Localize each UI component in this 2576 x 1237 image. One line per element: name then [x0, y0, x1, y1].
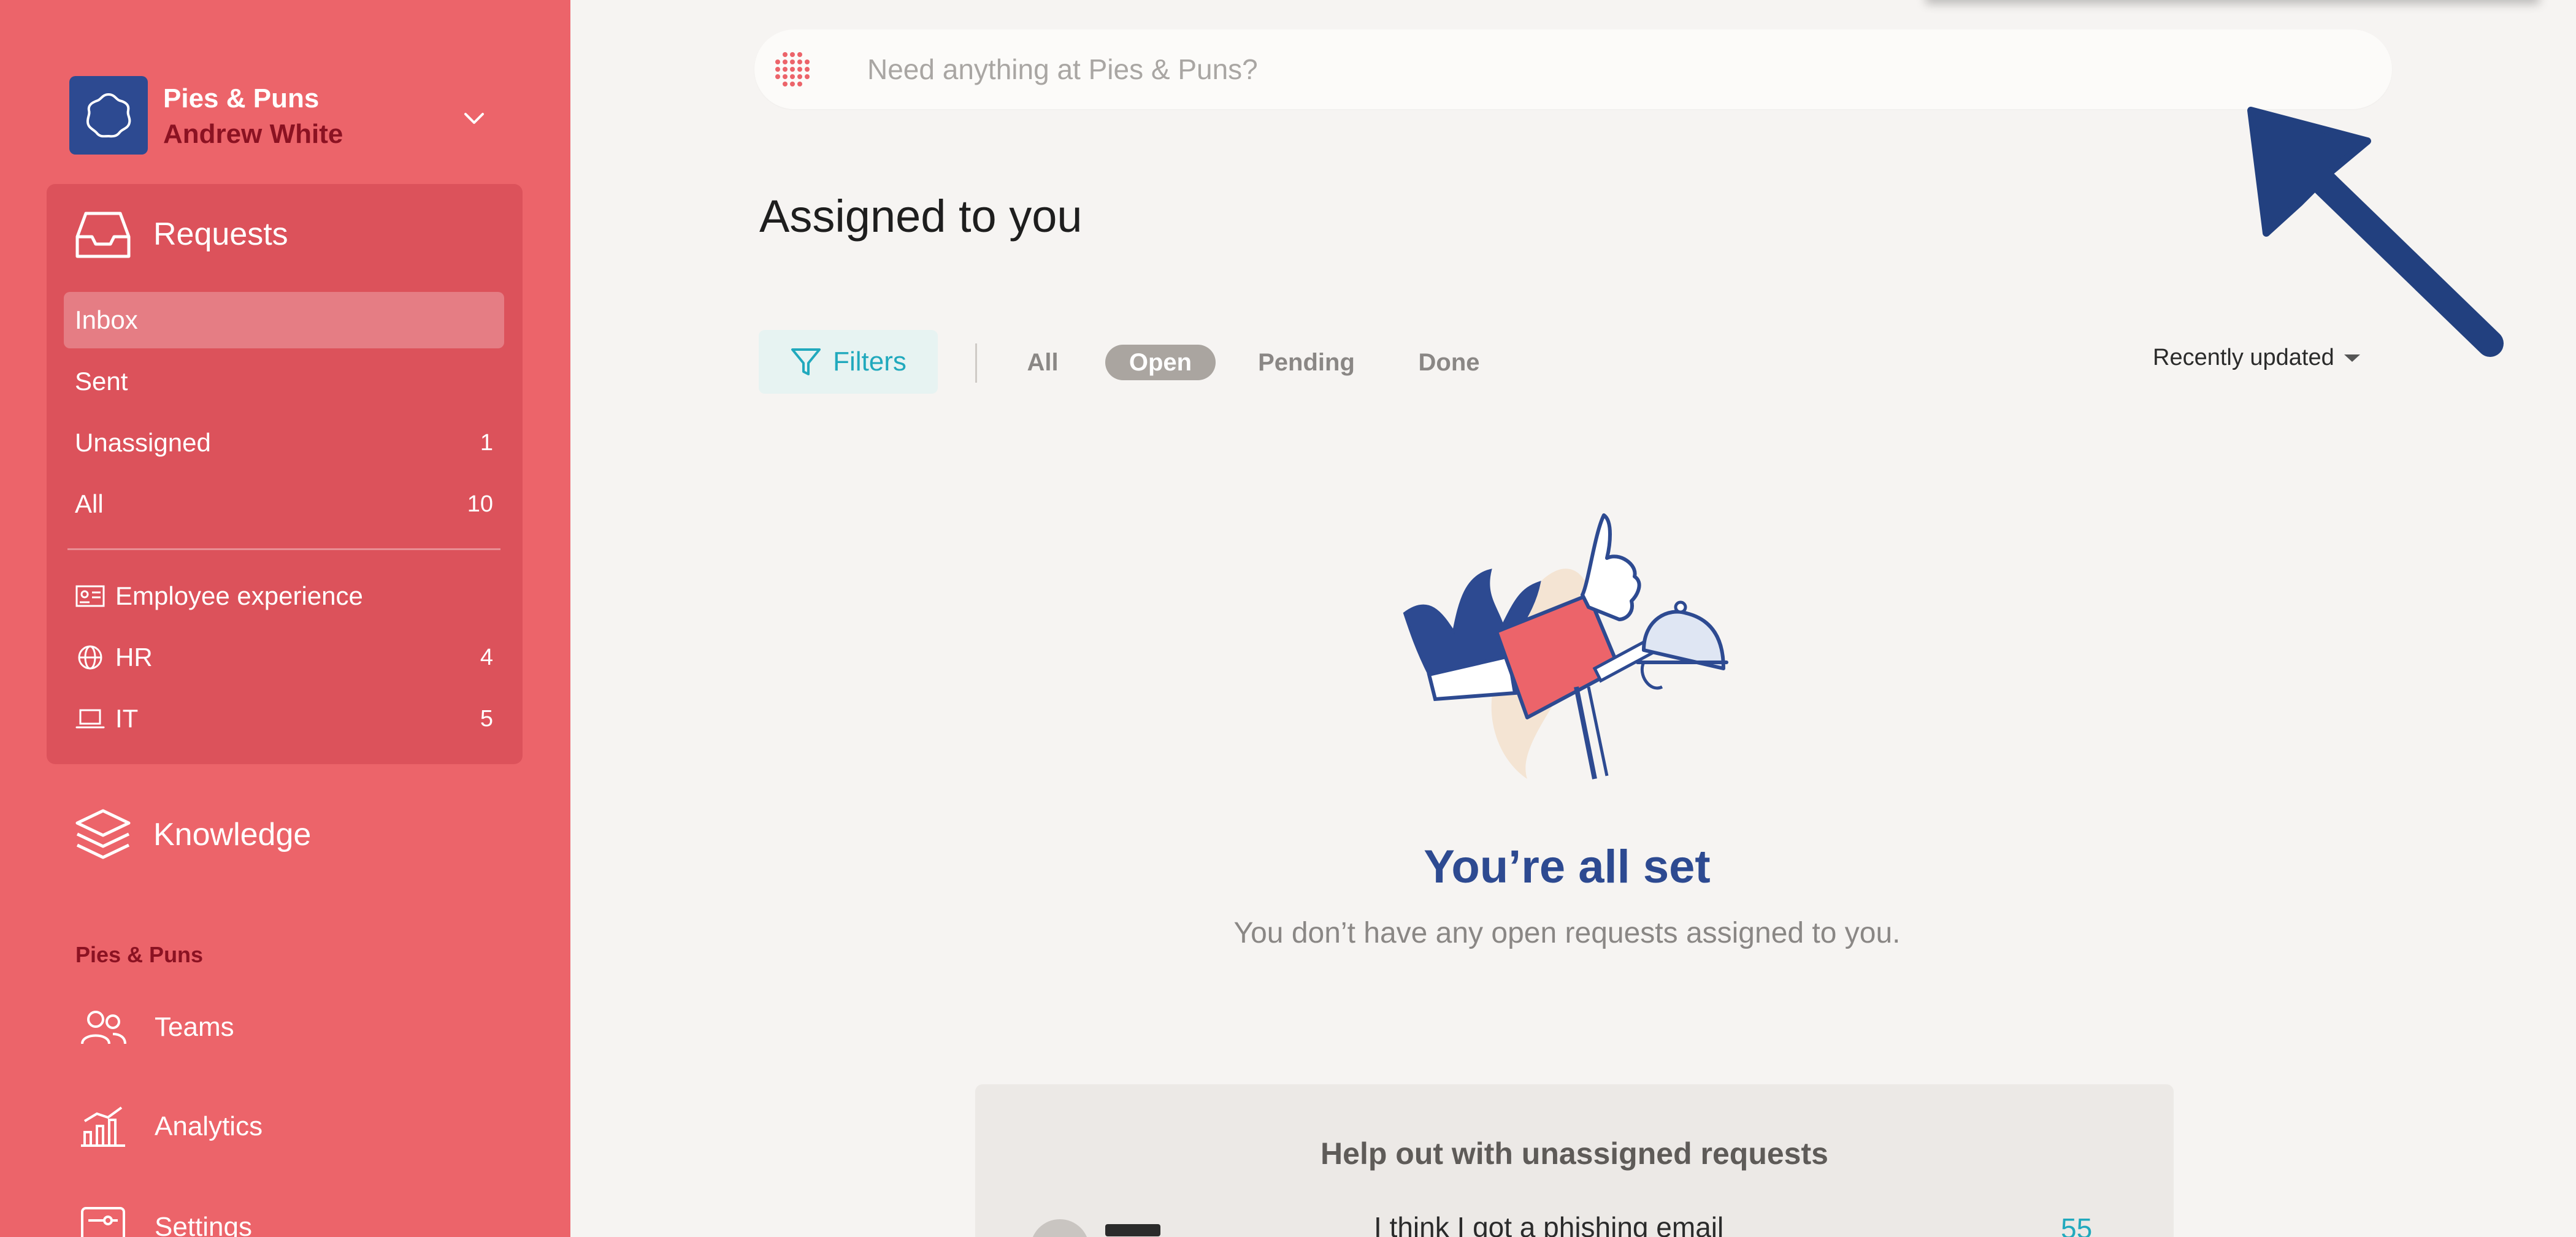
search-bar[interactable]: [754, 29, 2392, 109]
people-icon: [81, 1011, 126, 1044]
sidebar-item-sent[interactable]: Sent: [64, 353, 504, 410]
requests-panel: Requests Inbox Sent Unassigned 1 All 10: [47, 184, 523, 764]
sidebar-item-count: 4: [480, 644, 493, 670]
sidebar-item-label: Inbox: [75, 305, 138, 334]
sidebar-item-count: 10: [467, 491, 493, 517]
sidebar-item-settings[interactable]: Settings: [79, 1206, 252, 1237]
requester-name: [1105, 1224, 1160, 1236]
sidebar-item-label: Analytics: [155, 1111, 263, 1141]
workspace-name: Pies & Puns: [163, 83, 320, 113]
sidebar-item-label: HR: [115, 643, 153, 672]
settings-icon: [81, 1207, 125, 1237]
empty-state-subtitle: You don’t have any open requests assigne…: [1233, 917, 1901, 949]
request-number[interactable]: 55: [2061, 1212, 2092, 1237]
chart-icon: [81, 1106, 125, 1147]
sidebar-item-label: Unassigned: [75, 428, 211, 457]
laptop-icon: [75, 709, 105, 729]
workspace-switcher[interactable]: Pies & Puns Andrew White: [69, 76, 499, 156]
sidebar-item-label: IT: [115, 704, 139, 733]
page-title: Assigned to you: [759, 191, 1083, 242]
sidebar-item-hr[interactable]: HR 4: [64, 629, 504, 686]
empty-state-title: You’re all set: [1424, 841, 1711, 893]
tab-done[interactable]: Done: [1405, 345, 1493, 380]
request-title[interactable]: I think I got a phishing email: [1374, 1211, 1723, 1237]
sidebar-item-analytics[interactable]: Analytics: [79, 1105, 263, 1148]
knowledge-header[interactable]: Knowledge: [74, 807, 311, 862]
chevron-down-icon[interactable]: [462, 105, 486, 130]
help-card-title: Help out with unassigned requests: [1321, 1136, 1828, 1171]
requests-label: Requests: [153, 216, 288, 252]
avatar: [1030, 1219, 1089, 1237]
tab-all[interactable]: All: [1018, 345, 1067, 380]
tab-open[interactable]: Open: [1105, 345, 1216, 380]
thumbs-up-illustration: [1403, 513, 1728, 779]
sidebar-item-count: 1: [480, 429, 493, 456]
sidebar-item-count: 5: [480, 705, 493, 732]
workspace-section-caption: Pies & Puns: [75, 942, 204, 967]
tab-pending[interactable]: Pending: [1251, 345, 1362, 380]
unassigned-help-card: Help out with unassigned requests I thin…: [975, 1084, 2174, 1237]
sidebar-item-inbox[interactable]: Inbox: [64, 292, 504, 348]
layers-icon: [75, 809, 131, 859]
id-card-icon: [75, 585, 105, 607]
sidebar: Pies & Puns Andrew White Requests Inbox …: [0, 0, 570, 1237]
sidebar-item-all[interactable]: All 10: [64, 476, 504, 532]
search-input[interactable]: [867, 53, 2217, 86]
tab-divider: [975, 343, 977, 383]
filters-button[interactable]: Filters: [759, 330, 938, 394]
arrow-pointer-icon: [2247, 107, 2504, 357]
requests-header[interactable]: Requests: [74, 209, 288, 260]
filters-label: Filters: [833, 347, 907, 377]
sidebar-item-it[interactable]: IT 5: [64, 691, 504, 747]
sidebar-item-label: Teams: [155, 1012, 234, 1042]
sidebar-item-label: Sent: [75, 367, 128, 396]
sidebar-item-unassigned[interactable]: Unassigned 1: [64, 415, 504, 471]
sidebar-item-label: All: [75, 489, 104, 518]
sidebar-item-label: Employee experience: [115, 581, 363, 610]
funnel-icon: [791, 348, 821, 375]
sidebar-divider: [67, 548, 500, 550]
user-name: Andrew White: [163, 119, 343, 149]
knowledge-label: Knowledge: [153, 817, 312, 852]
globe-icon: [78, 645, 102, 670]
workspace-logo: [69, 76, 148, 155]
sidebar-item-employee-experience[interactable]: Employee experience: [64, 568, 504, 624]
inbox-icon: [75, 212, 131, 258]
sidebar-item-label: Settings: [155, 1212, 252, 1237]
dots-logo-icon: [775, 52, 810, 86]
sidebar-item-teams[interactable]: Teams: [79, 1006, 234, 1049]
